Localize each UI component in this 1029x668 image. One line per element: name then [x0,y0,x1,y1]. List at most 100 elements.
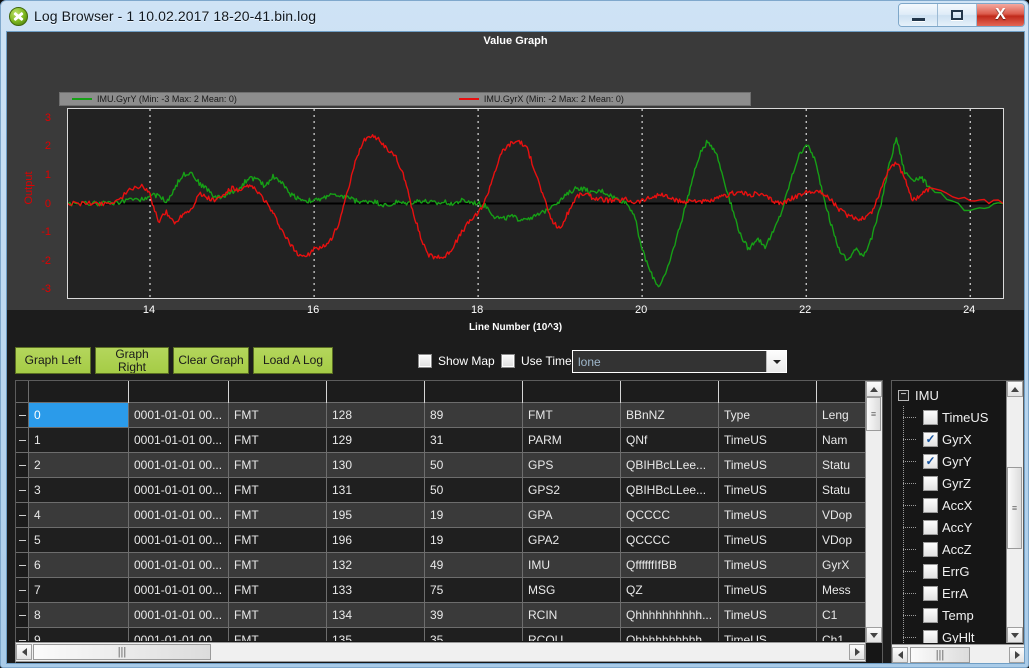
grid-cell[interactable]: QZ [621,578,719,602]
tree-checkbox[interactable]: ✓ [923,431,938,447]
graph-left-button[interactable]: Graph Left [15,347,91,374]
grid-scroll-right-button[interactable] [849,644,865,660]
load-a-log-button[interactable]: Load A Log [253,347,333,374]
grid-cell[interactable]: FMT [229,528,327,552]
grid-cell[interactable]: 39 [425,603,523,627]
grid-cell[interactable]: 4 [29,503,129,527]
table-row[interactable]: 6 0001-01-01 00... FMT 132 49 IMU QffffffIfBB T… [16,553,882,578]
grid-cell[interactable]: TimeUS [719,428,817,452]
grid-column-header[interactable] [719,381,817,403]
grid-cell[interactable]: 195 [327,503,425,527]
grid-cell[interactable]: TimeUS [719,528,817,552]
table-row[interactable]: 7 0001-01-01 00... FMT 133 75 MSG QZ TimeUS Mess [16,578,882,603]
row-selector[interactable] [16,478,29,502]
grid-cell[interactable]: TimeUS [719,503,817,527]
grid-cell[interactable]: 134 [327,603,425,627]
table-row[interactable]: 8 0001-01-01 00... FMT 134 39 RCIN Qhhhhhhhhhh… [16,603,882,628]
tree-node-timeus[interactable]: TimeUS [892,406,1006,428]
graph-right-button[interactable]: Graph Right [95,347,169,374]
grid-cell[interactable]: 0001-01-01 00... [129,628,229,641]
tree-node-gyry[interactable]: ✓ GyrY [892,450,1006,472]
grid-cell[interactable]: 0001-01-01 00... [129,428,229,452]
grid-cell[interactable]: FMT [229,603,327,627]
row-selector[interactable] [16,628,29,641]
grid-cell[interactable]: RCOU [523,628,621,641]
grid-cell[interactable]: RCIN [523,603,621,627]
grid-column-header[interactable] [523,381,621,403]
tree-node-gyrx[interactable]: ✓ GyrX [892,428,1006,450]
grid-cell[interactable]: 0 [29,403,129,427]
field-tree[interactable]: − IMU TimeUS ✓ GyrX ✓ GyrY GyrZ AccX AccY AccZ ErrG… [892,381,1006,643]
grid-cell[interactable]: QffffffIfBB [621,553,719,577]
grid-cell[interactable]: 135 [327,628,425,641]
row-selector[interactable] [16,428,29,452]
grid-cell[interactable]: BBnNZ [621,403,719,427]
tree-scroll-right-button[interactable] [1009,646,1024,663]
table-row[interactable]: 0 0001-01-01 00... FMT 128 89 FMT BBnNZ Type Len… [16,403,882,428]
grid-cell[interactable]: FMT [229,503,327,527]
table-row[interactable]: 5 0001-01-01 00... FMT 196 19 GPA2 QCCCC TimeUS… [16,528,882,553]
grid-cell[interactable]: QBIHBcLLee... [621,453,719,477]
grid-cell[interactable]: TimeUS [719,453,817,477]
grid-cell[interactable]: 5 [29,528,129,552]
expander-icon[interactable]: − [898,389,909,401]
table-row[interactable]: 1 0001-01-01 00... FMT 129 31 PARM QNf TimeUS Na… [16,428,882,453]
tree-vertical-scrollbar[interactable]: ≡ [1006,381,1023,643]
tree-horizontal-scrollbar[interactable]: ||| [892,644,1024,663]
row-selector[interactable] [16,503,29,527]
grid-cell[interactable]: GPA [523,503,621,527]
grid-cell[interactable]: QNf [621,428,719,452]
grid-column-header[interactable] [327,381,425,403]
show-map-checkbox-box[interactable] [418,354,432,368]
row-selector[interactable] [16,453,29,477]
grid-cell[interactable]: 19 [425,503,523,527]
grid-cell[interactable]: 75 [425,578,523,602]
grid-cell[interactable]: MSG [523,578,621,602]
grid-cell[interactable]: 3 [29,478,129,502]
tree-scroll-down-button[interactable] [1007,627,1023,643]
grid-cell[interactable]: FMT [523,403,621,427]
grid-vertical-scrollbar[interactable]: ≡ [865,381,882,643]
grid-cell[interactable]: 0001-01-01 00... [129,578,229,602]
chevron-down-icon[interactable] [766,351,786,372]
tree-node-accx[interactable]: AccX [892,494,1006,516]
use-time-checkbox-box[interactable] [501,354,515,368]
grid-cell[interactable]: QCCCC [621,503,719,527]
grid-horizontal-scroll-thumb[interactable]: ||| [33,644,211,660]
grid-cell[interactable]: Type [719,403,817,427]
grid-cell[interactable]: QBIHBcLLee... [621,478,719,502]
grid-vertical-scroll-thumb[interactable]: ≡ [866,397,881,431]
tree-vertical-scroll-thumb[interactable]: ≡ [1007,467,1022,549]
tree-checkbox[interactable] [923,585,938,601]
tree-node-imu[interactable]: − IMU [892,384,1006,406]
row-selector[interactable] [16,403,29,427]
grid-cell[interactable]: TimeUS [719,628,817,641]
grid-cell[interactable]: 9 [29,628,129,641]
minimize-button[interactable] [899,4,938,26]
log-data-grid[interactable]: 0 0001-01-01 00... FMT 128 89 FMT BBnNZ Type Len… [15,380,883,663]
grid-cell[interactable]: Qhhhhhhhhhh... [621,628,719,641]
tree-checkbox[interactable] [923,519,938,535]
tree-checkbox[interactable] [923,607,938,623]
grid-column-header[interactable] [229,381,327,403]
grid-cell[interactable]: FMT [229,478,327,502]
grid-cell[interactable]: 89 [425,403,523,427]
grid-cell[interactable]: 128 [327,403,425,427]
grid-cell[interactable]: 7 [29,578,129,602]
tree-node-errg[interactable]: ErrG [892,560,1006,582]
grid-cell[interactable]: 8 [29,603,129,627]
clear-graph-button[interactable]: Clear Graph [173,347,249,374]
grid-cell[interactable]: 0001-01-01 00... [129,453,229,477]
grid-cell[interactable]: 132 [327,553,425,577]
grid-cell[interactable]: FMT [229,403,327,427]
tree-checkbox[interactable] [923,563,938,579]
table-row[interactable]: 3 0001-01-01 00... FMT 131 50 GPS2 QBIHBcLLee.… [16,478,882,503]
tree-horizontal-scroll-thumb[interactable]: ||| [910,646,970,663]
grid-cell[interactable]: 35 [425,628,523,641]
grid-cell[interactable]: 1 [29,428,129,452]
grid-cell[interactable]: 0001-01-01 00... [129,403,229,427]
row-selector[interactable] [16,578,29,602]
row-selector[interactable] [16,553,29,577]
tree-node-temp[interactable]: Temp [892,604,1006,626]
grid-scroll-left-button[interactable] [16,644,32,660]
